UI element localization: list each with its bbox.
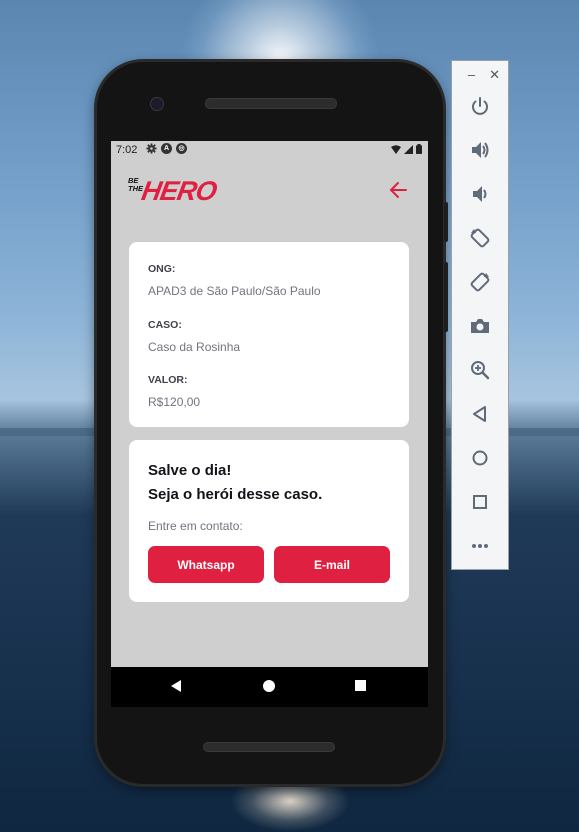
front-camera xyxy=(150,97,164,111)
power-icon[interactable] xyxy=(469,95,491,117)
home-icon[interactable] xyxy=(469,447,491,469)
nav-recents-icon[interactable] xyxy=(355,680,366,691)
contact-title-line1: Salve o dia! xyxy=(148,462,232,479)
notification-icons: A ◎ xyxy=(146,143,187,154)
minimize-button[interactable]: – xyxy=(468,67,475,83)
phone-power-key xyxy=(444,202,448,242)
battery-icon xyxy=(416,144,422,154)
volume-down-icon[interactable] xyxy=(469,183,491,205)
rotate-left-icon[interactable] xyxy=(469,227,491,249)
overview-icon[interactable] xyxy=(469,491,491,513)
camera-icon[interactable] xyxy=(469,315,491,337)
earpiece-speaker xyxy=(205,98,337,109)
valor-value: R$120,00 xyxy=(148,395,201,409)
caso-value: Caso da Rosinha xyxy=(148,340,241,354)
volume-up-icon[interactable] xyxy=(469,139,491,161)
email-button[interactable]: E-mail xyxy=(274,546,390,583)
valor-label: VALOR: xyxy=(148,374,188,386)
logo-be-the: BE THE xyxy=(128,176,143,193)
settings-icon xyxy=(146,143,157,154)
ong-value: APAD3 de São Paulo/São Paulo xyxy=(148,284,321,298)
close-button[interactable]: ✕ xyxy=(489,67,500,83)
ong-label: ONG: xyxy=(148,263,176,275)
android-nav-bar xyxy=(111,667,428,707)
nav-home-icon[interactable] xyxy=(263,680,275,692)
rotate-right-icon[interactable] xyxy=(469,271,491,293)
back-arrow-icon[interactable] xyxy=(387,179,409,201)
incident-card: ONG: APAD3 de São Paulo/São Paulo CASO: … xyxy=(129,242,409,427)
status-time: 7:02 xyxy=(116,144,138,156)
nav-back-icon[interactable] xyxy=(171,680,181,692)
status-right-icons xyxy=(391,144,422,154)
emulator-toolbar: – ✕ xyxy=(451,60,509,570)
status-bar: 7:02 A ◎ xyxy=(111,141,428,159)
a-notification-icon: A xyxy=(161,143,172,154)
wifi-icon xyxy=(391,144,401,154)
back-icon[interactable] xyxy=(469,403,491,425)
logo-hero: HERO xyxy=(139,176,219,206)
contact-subtitle: Entre em contato: xyxy=(148,519,243,533)
caso-label: CASO: xyxy=(148,319,182,331)
phone-volume-key xyxy=(444,262,448,332)
signal-icon xyxy=(404,144,413,154)
contact-card: Salve o dia! Seja o herói desse caso. En… xyxy=(129,440,409,602)
zoom-icon[interactable] xyxy=(469,359,491,381)
bottom-speaker xyxy=(203,742,335,752)
whatsapp-button[interactable]: Whatsapp xyxy=(148,546,264,583)
contact-title-line2: Seja o herói desse caso. xyxy=(148,486,323,503)
toolbar-window-controls: – ✕ xyxy=(468,67,500,83)
more-icon[interactable] xyxy=(469,535,491,557)
phone-screen: 7:02 A ◎ BE THE HERO ONG: APAD3 de São P… xyxy=(111,141,428,667)
sync-notification-icon: ◎ xyxy=(176,143,187,154)
be-the-hero-logo: BE THE HERO xyxy=(128,176,219,206)
